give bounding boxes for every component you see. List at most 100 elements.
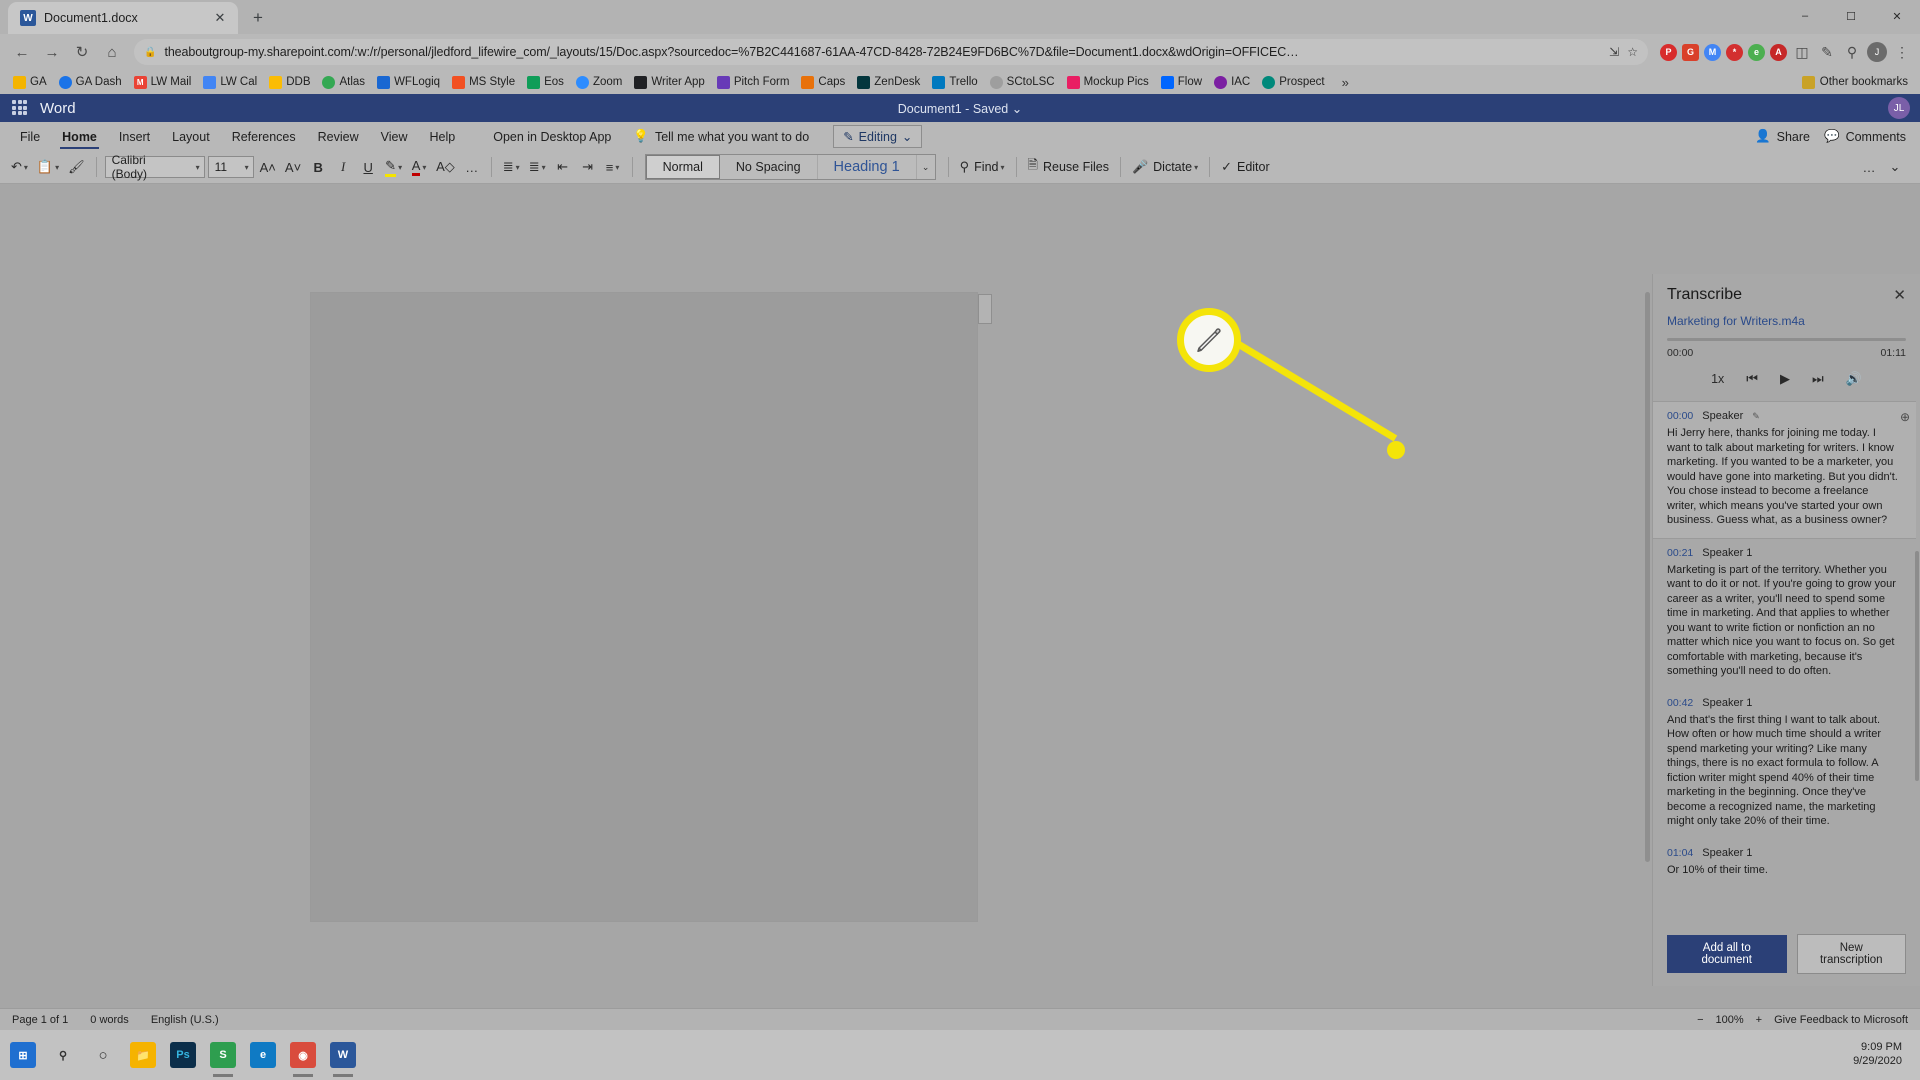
share-icon[interactable]: ⇲ [1609, 45, 1619, 59]
chevron-down-icon[interactable]: ▾ [516, 163, 520, 172]
segment-timestamp[interactable]: 00:21 [1667, 547, 1693, 559]
evernote-extension-icon[interactable]: e [1748, 43, 1765, 61]
close-window-button[interactable]: ✕ [1874, 0, 1920, 32]
bookmark-item[interactable]: DDB [264, 74, 315, 91]
pinterest-extension-icon[interactable]: P [1660, 43, 1677, 61]
highlight-color-button[interactable]: ✎ ▾ [382, 155, 405, 179]
add-circle-icon[interactable]: ⊕ [1900, 410, 1910, 424]
chrome-profile-avatar[interactable]: J [1867, 42, 1887, 62]
open-in-desktop-app-button[interactable]: Open in Desktop App [483, 125, 621, 148]
reload-icon[interactable]: ↻ [68, 38, 96, 66]
comments-button[interactable]: 💬 Comments [1824, 129, 1906, 144]
paste-button[interactable]: 📋 ▾ [34, 155, 62, 179]
file-explorer-icon[interactable]: 📁 [130, 1042, 156, 1068]
search-icon[interactable]: ⚲ [50, 1042, 76, 1068]
bookmark-item[interactable]: GA [8, 74, 52, 91]
ribbon-tab-file[interactable]: File [10, 125, 50, 148]
new-tab-button[interactable]: + [244, 4, 272, 32]
bookmark-item[interactable]: M LW Mail [129, 74, 197, 91]
chevron-down-icon[interactable]: ▾ [542, 163, 546, 172]
start-button[interactable]: ⊞ [10, 1042, 36, 1068]
zoom-out-button[interactable]: − [1697, 1014, 1703, 1026]
share-button[interactable]: 👤 Share [1755, 129, 1810, 144]
chrome-icon[interactable]: ◉ [290, 1042, 316, 1077]
forward-icon[interactable]: → [38, 38, 66, 66]
save-state[interactable]: Saved [973, 102, 1008, 116]
underline-button[interactable]: U [357, 155, 379, 179]
pencil-edit-icon[interactable]: ✎ [1752, 411, 1760, 422]
bookmark-item[interactable]: ZenDesk [852, 74, 925, 91]
bookmark-item[interactable]: Pitch Form [712, 74, 795, 91]
bookmark-item[interactable]: Trello [927, 74, 982, 91]
bookmark-item[interactable]: Atlas [317, 74, 370, 91]
browser-tab[interactable]: W Document1.docx ✕ [8, 2, 238, 34]
document-page[interactable] [310, 292, 978, 922]
bookmark-item[interactable]: WFLogiq [372, 74, 445, 91]
editor-button[interactable]: ✓ Editor [1218, 155, 1273, 179]
kebab-menu-icon[interactable]: ⋮ [1892, 44, 1912, 61]
play-icon[interactable]: ▶ [1780, 371, 1790, 387]
bookmarks-overflow-button[interactable]: » [1336, 75, 1355, 90]
transcript-scrollbar[interactable] [1915, 551, 1919, 781]
word-count[interactable]: 0 words [90, 1014, 129, 1026]
editing-mode-button[interactable]: ✎ Editing ⌄ [833, 125, 923, 148]
clear-formatting-button[interactable]: A◇ [433, 155, 458, 179]
bookmark-star-icon[interactable]: ☆ [1627, 45, 1638, 59]
segment-timestamp[interactable]: 00:00 [1667, 410, 1693, 422]
app-launcher-icon[interactable] [12, 100, 28, 116]
document-scrollbar[interactable] [1645, 292, 1650, 862]
bookmark-item[interactable]: GA Dash [54, 74, 127, 91]
bookmark-item[interactable]: Caps [796, 74, 850, 91]
ribbon-tab-view[interactable]: View [371, 125, 418, 148]
bookmark-item[interactable]: IAC [1209, 74, 1255, 91]
close-icon[interactable]: ✕ [1893, 286, 1906, 304]
transcript-segment[interactable]: 01:04 Speaker 1 Or 10% of their time. [1653, 839, 1916, 888]
zoom-in-button[interactable]: + [1756, 1014, 1762, 1026]
grammarly-extension-icon[interactable]: G [1682, 43, 1699, 61]
ribbon-tab-layout[interactable]: Layout [162, 125, 220, 148]
language-indicator[interactable]: English (U.S.) [151, 1014, 219, 1026]
bold-button[interactable]: B [307, 155, 329, 179]
bookmark-item[interactable]: Mockup Pics [1062, 74, 1154, 91]
other-bookmarks-button[interactable]: Other bookmarks [1801, 75, 1912, 89]
rewind-icon[interactable]: ⏮ [1746, 371, 1758, 387]
photoshop-icon[interactable]: Ps [170, 1042, 196, 1068]
segment-timestamp[interactable]: 01:04 [1667, 847, 1693, 859]
dictate-button[interactable]: 🎤 Dictate ▾ [1129, 155, 1201, 179]
word-brand-label[interactable]: Word [40, 100, 76, 117]
transcript-segment[interactable]: 00:21 Speaker 1 Marketing is part of the… [1653, 539, 1916, 689]
chevron-down-icon[interactable]: ▾ [1194, 163, 1198, 172]
volume-icon[interactable]: 🔊 [1846, 371, 1862, 387]
edge-icon[interactable]: e [250, 1042, 276, 1068]
document-canvas[interactable]: Transcribe ✕ Marketing for Writers.m4a 0… [0, 184, 1920, 1008]
font-size-select[interactable]: 11 ▾ [207, 156, 254, 178]
cortana-icon[interactable]: ○ [90, 1042, 116, 1068]
transcript-list[interactable]: 00:00 Speaker ✎ ⊕ Hi Jerry here, thanks … [1653, 401, 1920, 924]
maximize-button[interactable]: ☐ [1828, 0, 1874, 32]
reuse-files-button[interactable]: 🗎 Reuse Files [1025, 155, 1112, 179]
user-avatar[interactable]: JL [1888, 97, 1910, 119]
italic-button[interactable]: I [332, 155, 354, 179]
grow-font-button[interactable]: A˄ [257, 155, 279, 179]
style-no-spacing[interactable]: No Spacing [720, 155, 818, 179]
forward-icon[interactable]: ⏭ [1812, 371, 1824, 387]
chevron-down-icon[interactable]: ▾ [1001, 163, 1005, 172]
format-painter-button[interactable]: 🖌 [65, 155, 88, 179]
bookmark-item[interactable]: Zoom [571, 74, 627, 91]
chevron-down-icon[interactable]: ▾ [615, 163, 619, 172]
chevron-down-icon[interactable]: ▾ [398, 163, 402, 172]
mail-extension-icon[interactable]: M [1704, 43, 1721, 61]
audio-file-name[interactable]: Marketing for Writers.m4a [1653, 312, 1920, 338]
align-button[interactable]: ≡ ▾ [602, 155, 624, 179]
bookmark-item[interactable]: LW Cal [198, 74, 262, 91]
bookmark-item[interactable]: Eos [522, 74, 569, 91]
ribbon-tab-insert[interactable]: Insert [109, 125, 160, 148]
bookmark-item[interactable]: SCtoLSC [985, 74, 1060, 91]
add-all-to-document-button[interactable]: Add all to document [1667, 935, 1787, 973]
home-icon[interactable]: ⌂ [98, 38, 126, 66]
adblock-extension-icon[interactable]: A [1770, 43, 1787, 61]
transcript-segment[interactable]: 00:00 Speaker ✎ ⊕ Hi Jerry here, thanks … [1653, 401, 1916, 539]
bookmark-item[interactable]: Writer App [629, 74, 709, 91]
style-normal[interactable]: Normal [645, 155, 720, 179]
back-icon[interactable]: ← [8, 38, 36, 66]
